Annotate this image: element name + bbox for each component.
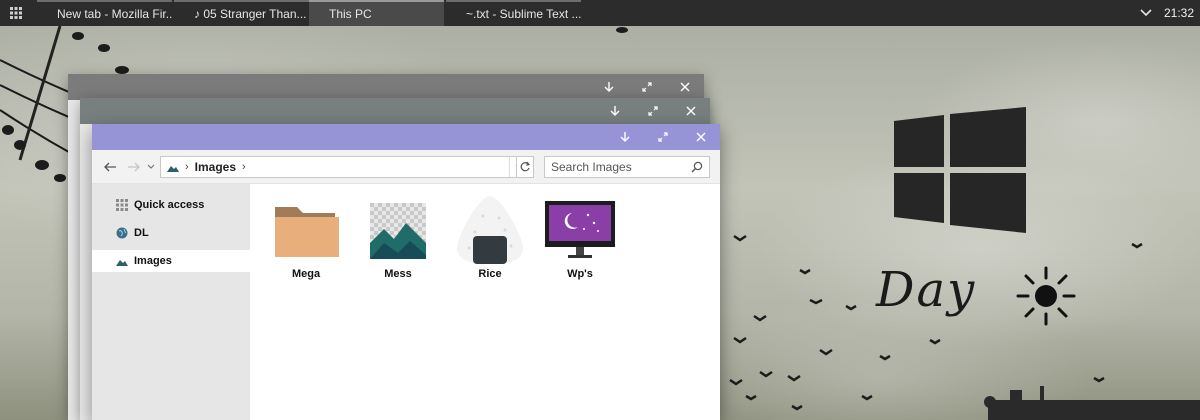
window-titlebar[interactable] xyxy=(80,98,710,124)
search-icon[interactable] xyxy=(691,161,703,173)
maximize-button[interactable] xyxy=(634,98,672,124)
folder-item-mess[interactable]: Mess xyxy=(360,198,436,280)
sidebar-item-quick-access[interactable]: Quick access xyxy=(92,194,250,216)
grid-icon xyxy=(10,7,22,19)
minimize-button[interactable] xyxy=(590,74,628,100)
address-bar[interactable]: › Images › xyxy=(160,156,528,178)
close-icon xyxy=(686,106,696,116)
sidebar-item-dl[interactable]: DL xyxy=(92,222,250,244)
window-titlebar[interactable] xyxy=(68,74,704,100)
monitor-moon-icon xyxy=(542,198,618,264)
maximize-button[interactable] xyxy=(628,74,666,100)
folder-label: Mega xyxy=(291,268,321,280)
mountain-icon xyxy=(167,161,179,173)
back-button[interactable] xyxy=(102,159,118,175)
maximize-button[interactable] xyxy=(644,124,682,150)
search-placeholder: Search Images xyxy=(551,160,632,174)
globe-icon xyxy=(116,227,128,239)
folder-label: Mess xyxy=(384,268,412,280)
mountain-icon xyxy=(116,255,128,267)
explorer-window[interactable]: › Images › Search Images Quick access DL… xyxy=(92,124,720,420)
refresh-button[interactable] xyxy=(516,156,534,178)
recent-locations-button[interactable] xyxy=(146,159,156,175)
mountain-image-icon xyxy=(360,198,436,264)
sun-icon xyxy=(1016,266,1076,326)
breadcrumb-separator-icon: › xyxy=(185,161,189,173)
close-icon xyxy=(696,132,706,142)
refresh-icon xyxy=(520,161,531,172)
minimize-button[interactable] xyxy=(606,124,644,150)
taskbar-item-sublime[interactable]: ~.txt - Sublime Text ... xyxy=(446,0,581,26)
breadcrumb-separator-icon: › xyxy=(242,161,246,173)
expand-icon xyxy=(658,132,668,142)
grid-icon xyxy=(116,199,128,211)
folder-label: Wp's xyxy=(567,268,593,280)
breadcrumb-images[interactable]: Images xyxy=(195,160,236,174)
arrow-left-icon xyxy=(104,162,116,172)
taskbar-item-this-pc[interactable]: This PC xyxy=(309,0,444,26)
navigation-toolbar: › Images › Search Images xyxy=(92,150,720,184)
taskbar-item-firefox[interactable]: New tab - Mozilla Fir... xyxy=(37,0,172,26)
close-button[interactable] xyxy=(682,124,720,150)
folder-label: Rice xyxy=(478,268,502,280)
taskbar: New tab - Mozilla Fir... ♪ 05 Stranger T… xyxy=(0,0,1200,26)
folder-content-pane: Mega Mess Rice Wp's xyxy=(250,184,720,420)
arrow-down-icon xyxy=(610,106,620,116)
close-icon xyxy=(680,82,690,92)
taskbar-clock[interactable]: 21:32 xyxy=(1164,0,1194,26)
sidebar-item-label: Images xyxy=(134,255,172,267)
close-button[interactable] xyxy=(672,98,710,124)
folder-item-wps[interactable]: Wp's xyxy=(542,198,618,280)
onigiri-icon xyxy=(452,196,528,264)
arrow-down-icon xyxy=(604,82,614,92)
arrow-down-icon xyxy=(620,132,630,142)
search-input[interactable]: Search Images xyxy=(544,156,710,178)
close-button[interactable] xyxy=(666,74,704,100)
chevron-down-icon[interactable] xyxy=(1138,5,1154,21)
chevron-down-icon xyxy=(147,164,155,169)
navigation-pane: Quick access DL Images xyxy=(92,184,250,420)
window-titlebar[interactable] xyxy=(92,124,720,150)
forward-button[interactable] xyxy=(126,159,142,175)
expand-icon xyxy=(648,106,658,116)
sidebar-item-images[interactable]: Images xyxy=(92,250,250,272)
app-launcher-button[interactable] xyxy=(0,0,32,26)
sidebar-item-label: Quick access xyxy=(134,199,205,211)
expand-icon xyxy=(642,82,652,92)
folder-icon xyxy=(268,198,344,264)
arrow-right-icon xyxy=(128,162,140,172)
windows-logo xyxy=(894,107,1026,233)
sidebar-item-label: DL xyxy=(134,227,149,239)
day-widget-text: Day xyxy=(876,262,977,318)
folder-item-rice[interactable]: Rice xyxy=(452,196,528,280)
taskbar-item-music[interactable]: ♪ 05 Stranger Than... xyxy=(174,0,309,26)
folder-item-mega[interactable]: Mega xyxy=(268,198,344,280)
minimize-button[interactable] xyxy=(596,98,634,124)
